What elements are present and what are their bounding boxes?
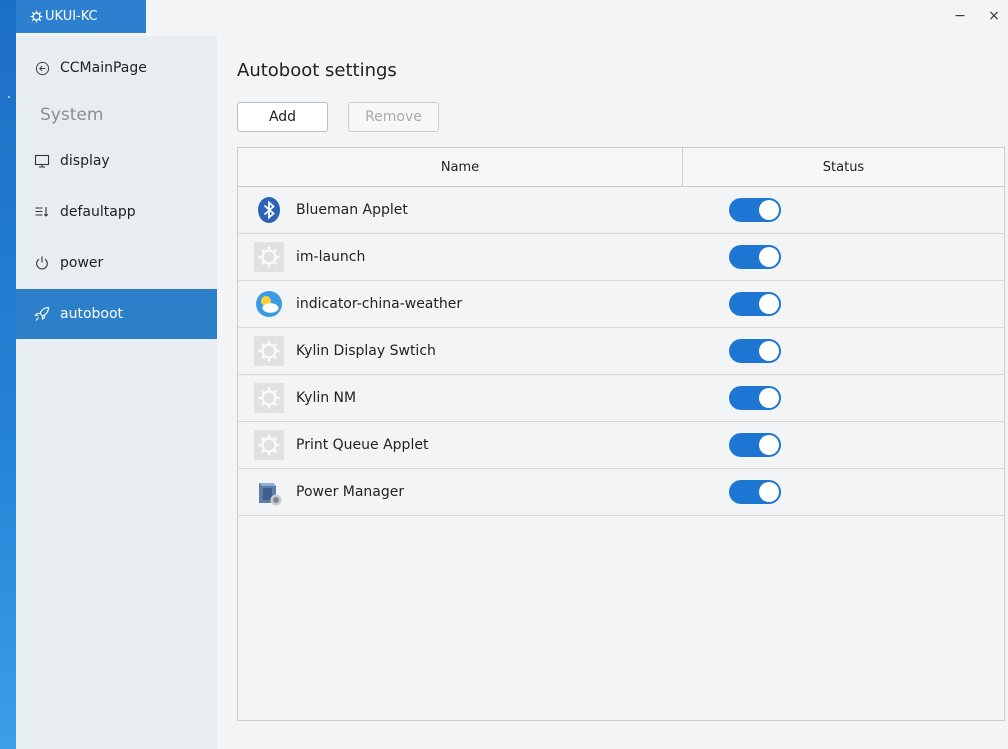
toggle-knob <box>759 200 779 220</box>
app-name: Kylin NM <box>296 390 357 406</box>
sidebar-item-power[interactable]: power <box>16 238 217 288</box>
table-row[interactable]: Print Queue Applet <box>238 422 1004 469</box>
status-toggle[interactable] <box>729 245 781 269</box>
title-bar: UKUI-KC − × <box>16 0 1008 36</box>
app-name: im-launch <box>296 249 366 265</box>
sidebar-item-label: defaultapp <box>60 204 136 220</box>
generic-gear-icon <box>254 383 284 413</box>
status-toggle[interactable] <box>729 339 781 363</box>
sidebar: CCMainPage System display defaultapp pow… <box>16 36 217 749</box>
generic-gear-icon <box>254 336 284 366</box>
sidebar-item-label: autoboot <box>60 306 124 322</box>
toggle-knob <box>759 435 779 455</box>
toggle-knob <box>759 482 779 502</box>
monitor-icon <box>34 153 50 169</box>
toggle-knob <box>759 247 779 267</box>
sidebar-item-defaultapp[interactable]: defaultapp <box>16 187 217 237</box>
app-name: indicator-china-weather <box>296 296 463 312</box>
column-header-name[interactable]: Name <box>238 148 683 186</box>
app-title-text: UKUI-KC <box>45 9 98 24</box>
app-name: Blueman Applet <box>296 202 408 218</box>
table-row[interactable]: Kylin NM <box>238 375 1004 422</box>
power-icon <box>34 255 50 271</box>
status-toggle[interactable] <box>729 433 781 457</box>
sidebar-item-display[interactable]: display <box>16 136 217 186</box>
status-toggle[interactable] <box>729 480 781 504</box>
table-row[interactable]: Blueman Applet <box>238 187 1004 234</box>
close-button[interactable]: × <box>984 8 1004 24</box>
table-header: Name Status <box>238 148 1004 187</box>
minimize-button[interactable]: − <box>950 8 970 24</box>
sidebar-item-autoboot[interactable]: autoboot <box>16 289 217 339</box>
generic-gear-icon <box>254 430 284 460</box>
power-manager-icon <box>254 477 284 507</box>
desktop-background <box>0 0 16 749</box>
rocket-icon <box>34 306 50 322</box>
remove-button[interactable]: Remove <box>348 102 439 132</box>
app-gear-icon <box>30 10 43 23</box>
status-toggle[interactable] <box>729 292 781 316</box>
bluetooth-icon <box>254 195 284 225</box>
table-row[interactable]: im-launch <box>238 234 1004 281</box>
app-title: UKUI-KC <box>16 0 132 33</box>
toggle-knob <box>759 341 779 361</box>
list-sort-icon <box>34 204 50 220</box>
main-panel: Autoboot settings Add Remove Name Status… <box>217 36 1008 749</box>
add-button[interactable]: Add <box>237 102 328 132</box>
back-label: CCMainPage <box>60 60 147 76</box>
autoboot-table: Name Status Blueman Applet im-launch ind… <box>237 147 1005 721</box>
page-title: Autoboot settings <box>237 60 397 81</box>
table-row[interactable]: Power Manager <box>238 469 1004 516</box>
table-row[interactable]: Kylin Display Swtich <box>238 328 1004 375</box>
desktop-dot <box>8 96 10 98</box>
nav-group-title: System <box>40 105 104 125</box>
status-toggle[interactable] <box>729 198 781 222</box>
status-toggle[interactable] <box>729 386 781 410</box>
back-arrow-icon <box>34 60 50 76</box>
weather-icon <box>254 289 284 319</box>
app-name: Print Queue Applet <box>296 437 429 453</box>
back-to-main-button[interactable]: CCMainPage <box>16 50 217 86</box>
toggle-knob <box>759 388 779 408</box>
toggle-knob <box>759 294 779 314</box>
column-header-status[interactable]: Status <box>683 148 1004 186</box>
generic-gear-icon <box>254 242 284 272</box>
table-row[interactable]: indicator-china-weather <box>238 281 1004 328</box>
sidebar-item-label: display <box>60 153 110 169</box>
sidebar-item-label: power <box>60 255 104 271</box>
app-name: Kylin Display Swtich <box>296 343 436 359</box>
app-name: Power Manager <box>296 484 405 500</box>
